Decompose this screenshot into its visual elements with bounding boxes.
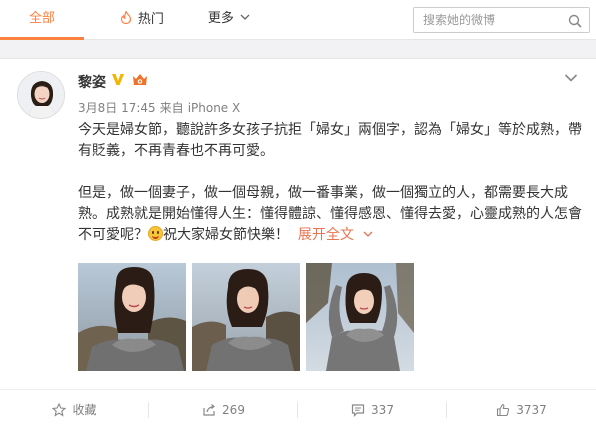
post-time[interactable]: 3月8日 17:45: [78, 101, 156, 115]
chevron-down-icon[interactable]: [564, 69, 578, 82]
comment-count: 337: [371, 403, 394, 417]
post-photo-2[interactable]: [192, 263, 300, 371]
tab-hot-label: 热门: [137, 12, 164, 27]
star-icon: [52, 393, 67, 430]
repost-count: 269: [222, 403, 245, 417]
post-paragraph-2-greeting: 祝大家婦女節快樂！: [163, 227, 289, 243]
profile-tab-bar: 全部 热门 更多: [0, 0, 596, 40]
search-input[interactable]: [414, 8, 564, 32]
tab-hot[interactable]: 热门: [112, 0, 172, 38]
like-button[interactable]: 3737: [447, 390, 596, 430]
post-paragraph-2: 但是，做一個妻子，做一個母親，做一番事業，做一個獨立的人，都需要長大成熟。成熟就…: [78, 183, 583, 246]
repost-button[interactable]: 269: [149, 390, 298, 430]
source-prefix: 来自: [159, 101, 184, 115]
avatar[interactable]: [17, 71, 65, 119]
comment-icon: [351, 393, 365, 430]
tab-more-label: 更多: [207, 11, 234, 26]
favorite-button[interactable]: 收藏: [0, 390, 149, 430]
repost-icon: [202, 393, 216, 430]
like-count: 3737: [516, 403, 547, 417]
post-content: 今天是婦女節，聽說許多女孩子抗拒「婦女」兩個字，認為「婦女」等於成熟，帶有貶義，…: [78, 120, 583, 246]
chevron-down-icon: [363, 231, 373, 237]
search-icon[interactable]: [568, 13, 582, 28]
post-photo-1[interactable]: [78, 263, 186, 371]
verified-badge-icon: [110, 71, 126, 87]
chevron-down-icon: [237, 14, 250, 25]
vip-badge-icon: [131, 72, 149, 87]
favorite-label: 收藏: [72, 403, 97, 417]
author-name[interactable]: 黎姿: [78, 72, 106, 92]
post-source: iPhone X: [187, 101, 241, 115]
photo-grid: [78, 263, 418, 371]
tab-more[interactable]: 更多: [198, 0, 260, 38]
tab-all[interactable]: 全部: [0, 0, 84, 40]
smiley-emoji-icon: [148, 226, 163, 241]
post-action-bar: 收藏 269 337 3737: [0, 389, 596, 429]
tab-all-label: 全部: [28, 11, 55, 26]
search-box: [413, 7, 590, 33]
thumbs-up-icon: [496, 393, 510, 430]
post-paragraph-1: 今天是婦女節，聽說許多女孩子抗拒「婦女」兩個字，認為「婦女」等於成熟，帶有貶義，…: [78, 122, 582, 159]
post-meta: 3月8日 17:45 来自 iPhone X: [78, 99, 244, 116]
post-photo-3[interactable]: [306, 263, 414, 371]
expand-full-text-link[interactable]: 展开全文: [298, 227, 373, 243]
fire-icon: [120, 9, 136, 26]
comment-button[interactable]: 337: [298, 390, 447, 430]
weibo-post-card: 黎姿 3月8日 17:45 来自 iPhone X 今天是婦女節，聽說許多女孩子抗拒…: [0, 58, 596, 430]
expand-label: 展开全文: [297, 227, 354, 243]
